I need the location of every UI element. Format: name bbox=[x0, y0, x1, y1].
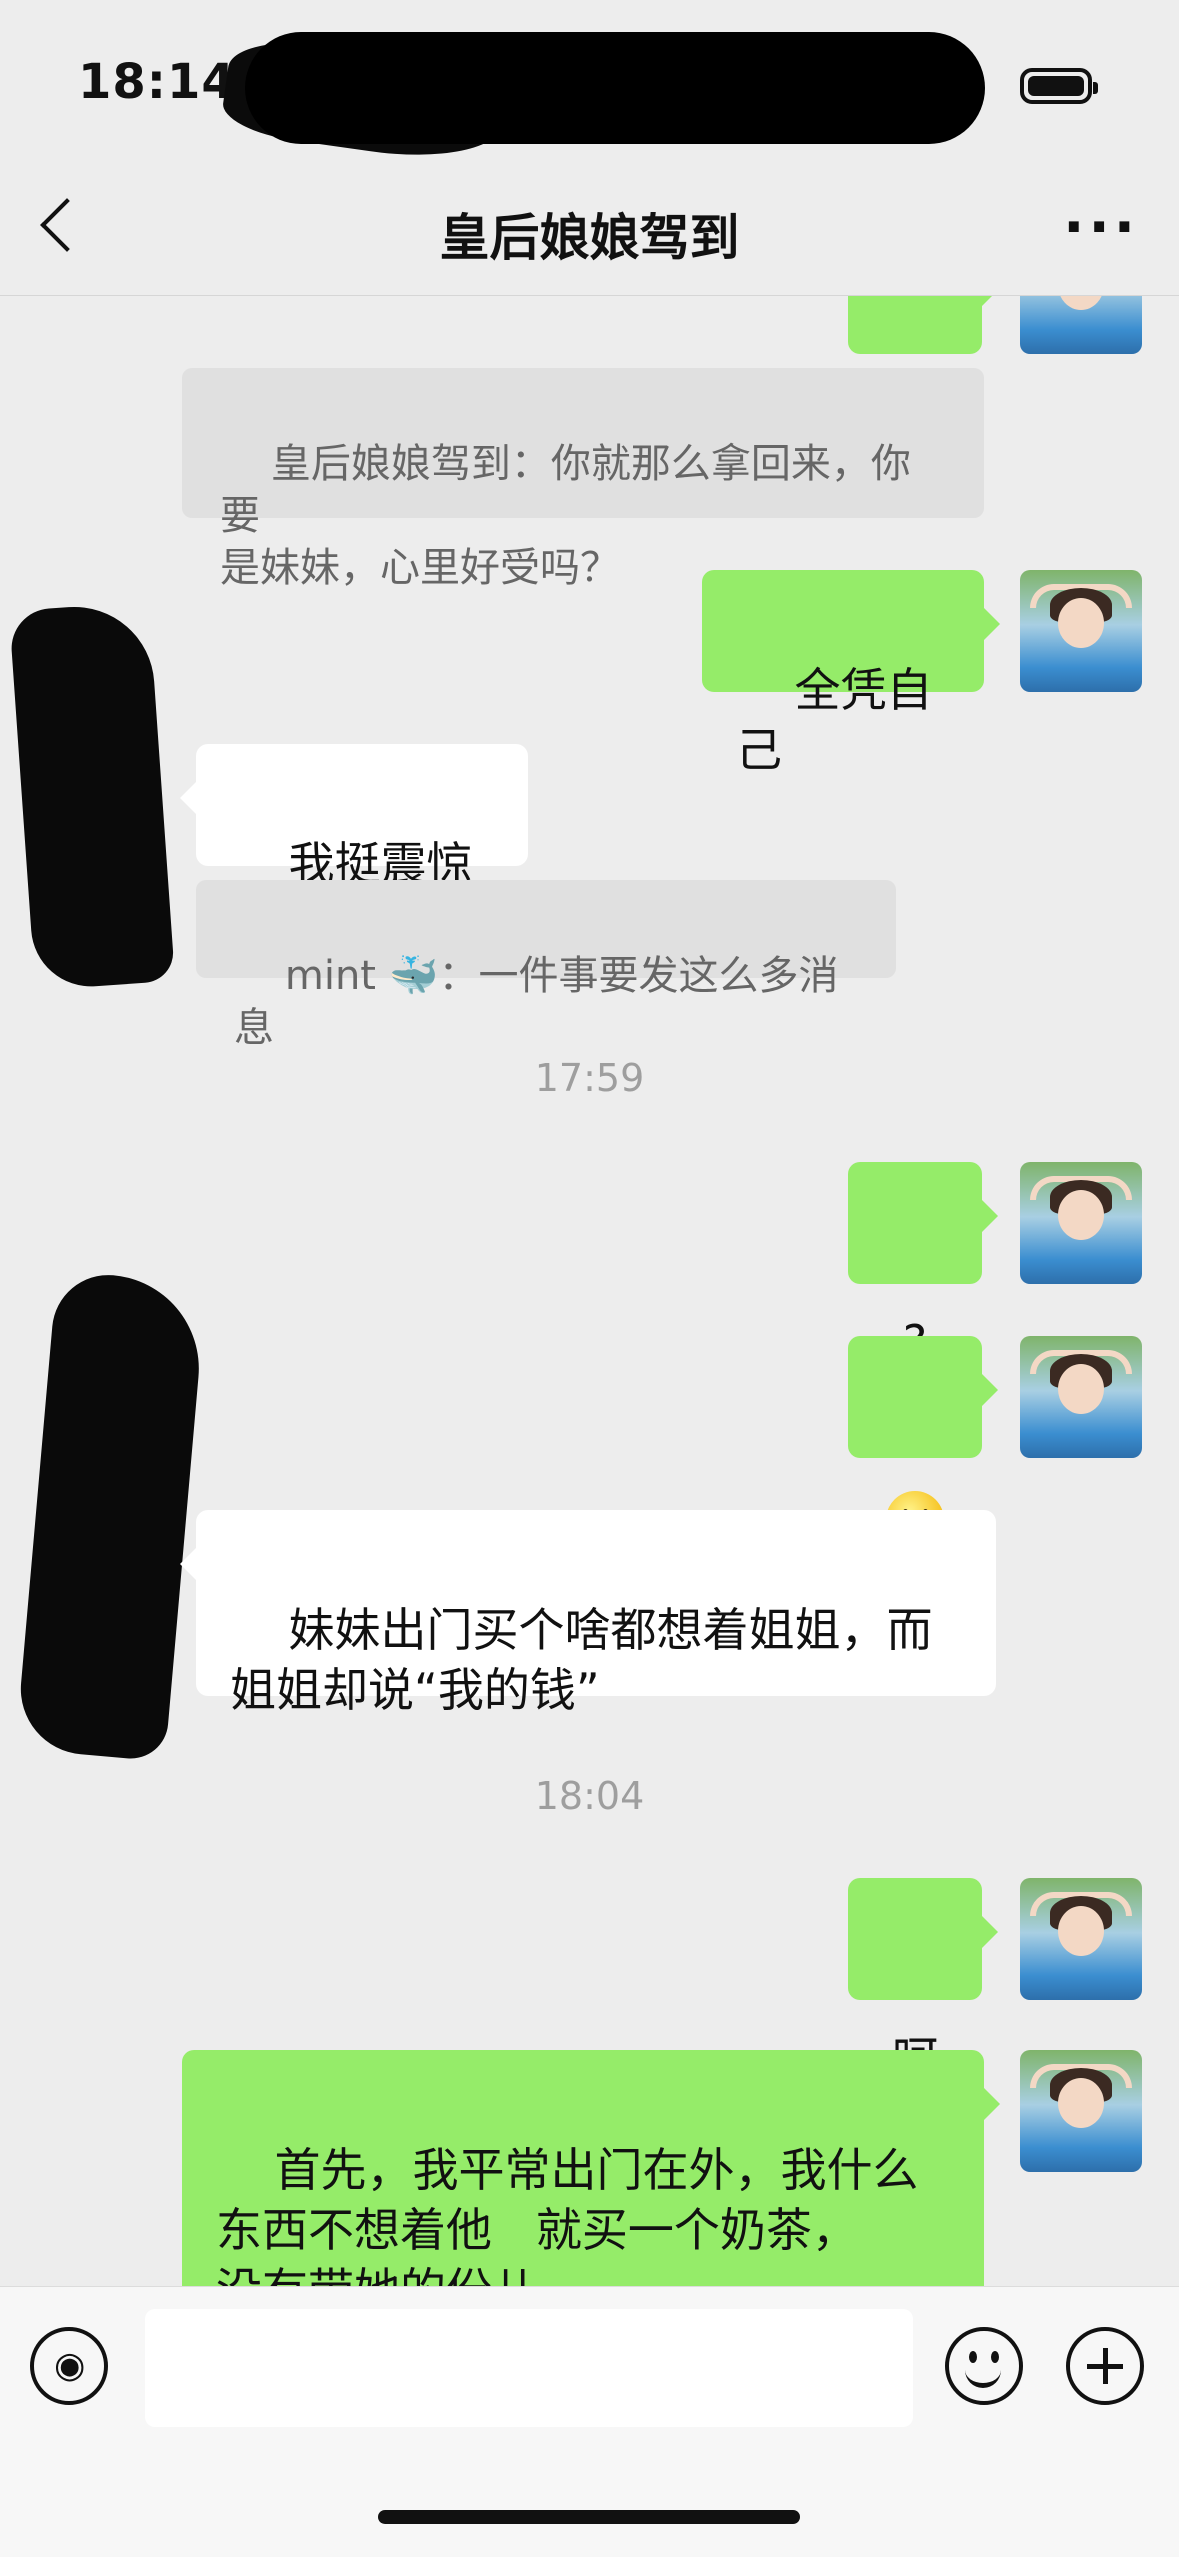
status-time: 18:14 bbox=[78, 54, 236, 110]
quoted-text: mint 🐳：一件事要发这么多消息 bbox=[234, 953, 839, 1051]
message-bubble-self[interactable]: 首先，我平常出门在外，我什么 东西不想着他 就买一个奶茶， 没有带她的份儿 bbox=[182, 2050, 1000, 2286]
self-avatar[interactable] bbox=[1020, 570, 1142, 692]
quoted-text: 皇后娘娘驾到：你就那么拿回来，你要 是妹妹，心里好受吗？ bbox=[220, 441, 911, 591]
self-avatar[interactable] bbox=[1020, 2050, 1142, 2172]
more-options-icon[interactable]: ··· bbox=[1063, 200, 1139, 256]
message-bubble-self[interactable]: 是 bbox=[848, 296, 998, 443]
chat-messages[interactable]: 是 皇后娘娘驾到：你就那么拿回来，你要 是妹妹，心里好受吗？ 全凭自己 我挺震惊… bbox=[0, 296, 1179, 2286]
quoted-message[interactable]: 皇后娘娘驾到：你就那么拿回来，你要 是妹妹，心里好受吗？ bbox=[182, 368, 984, 591]
message-input[interactable] bbox=[145, 2309, 913, 2427]
voice-icon[interactable]: ◉ bbox=[30, 2327, 108, 2405]
chat-title: 皇后娘娘驾到 bbox=[439, 209, 740, 267]
message-bubble-other[interactable]: 我挺震惊的 bbox=[180, 744, 528, 951]
self-avatar[interactable] bbox=[1020, 1162, 1142, 1284]
status-bar: 18:14 bbox=[0, 0, 1179, 170]
self-avatar[interactable] bbox=[1020, 1878, 1142, 2000]
message-text: 全凭自己 bbox=[736, 663, 933, 777]
self-avatar[interactable] bbox=[1020, 1336, 1142, 1458]
plus-icon[interactable] bbox=[1066, 2327, 1144, 2405]
chat-header: 皇后娘娘驾到 ··· bbox=[0, 170, 1179, 296]
message-bubble-self[interactable]: ? bbox=[848, 1162, 998, 1369]
redacted-avatar bbox=[15, 1270, 207, 1762]
message-bubble-other[interactable]: 妹妹出门买个啥都想着姐姐，而 姐姐却说“我的钱” bbox=[180, 1510, 996, 1717]
message-text: 首先，我平常出门在外，我什么 东西不想着他 就买一个奶茶， 没有带她的份儿 bbox=[216, 2143, 919, 2286]
redacted-avatar bbox=[8, 601, 176, 991]
quoted-message[interactable]: mint 🐳：一件事要发这么多消息 bbox=[196, 880, 896, 1051]
message-bubble-self[interactable]: 呵 bbox=[848, 1878, 998, 2085]
message-bubble-self[interactable]: 全凭自己 bbox=[702, 570, 1000, 777]
dynamic-island bbox=[245, 32, 985, 144]
home-indicator[interactable] bbox=[378, 2510, 800, 2524]
message-text: 妹妹出门买个啥都想着姐姐，而 姐姐却说“我的钱” bbox=[230, 1603, 933, 1717]
emoji-icon[interactable] bbox=[945, 2327, 1023, 2405]
battery-icon bbox=[1020, 68, 1098, 104]
timestamp: 18:04 bbox=[534, 1774, 645, 1818]
self-avatar[interactable] bbox=[1020, 296, 1142, 354]
timestamp: 17:59 bbox=[534, 1056, 645, 1100]
message-bubble-self[interactable] bbox=[848, 1336, 998, 1549]
